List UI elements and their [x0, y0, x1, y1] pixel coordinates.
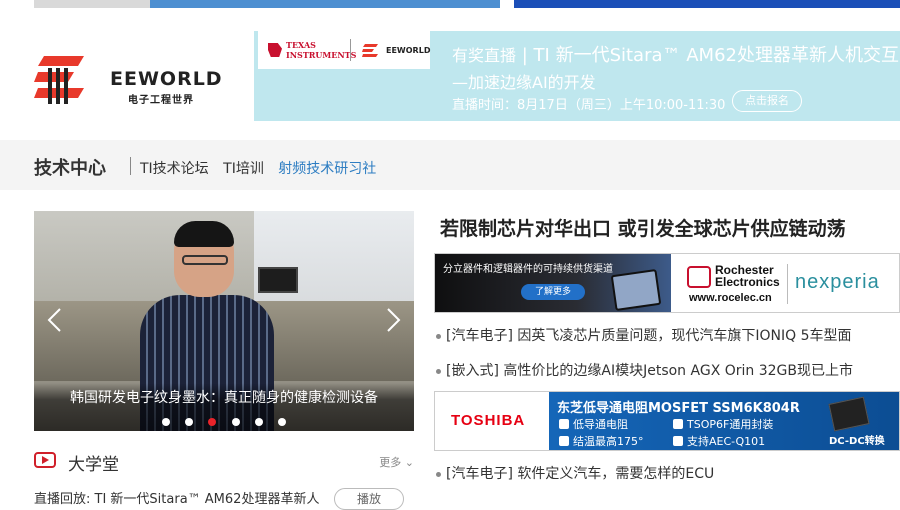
daxuetang-label[interactable]: 大学堂	[68, 450, 119, 475]
webinar-banner[interactable]: TEXAS INSTRUMENTS EEWORLD 有奖直播 | TI 新一代S…	[254, 31, 900, 121]
section-nav: 技术中心 TI技术论坛 TI培训 射频技术研习社	[0, 140, 900, 190]
carousel-dot-active[interactable]	[208, 418, 217, 426]
rochester-url: www.rocelec.cn	[689, 292, 772, 304]
eeworld-mini-text: EEWORLD	[386, 46, 431, 55]
check-icon	[673, 419, 683, 429]
sponsor-logos: TEXAS INSTRUMENTS EEWORLD	[258, 31, 430, 69]
news-item[interactable]: [汽车电子] 因英飞凌芯片质量问题，现代汽车旗下IONIQ 5车型面	[436, 325, 852, 345]
check-icon	[673, 436, 683, 446]
carousel-dot[interactable]	[254, 418, 263, 426]
eeworld-logo[interactable]: EEWORLD 电子工程世界	[34, 46, 224, 126]
nexperia-logo: nexperia	[795, 271, 880, 293]
mosfet-chip-image	[828, 396, 870, 432]
nav-link-ti-training[interactable]: TI培训	[223, 161, 264, 177]
banner-title: TI 新一代Sitara™ AM62处理器革新人机交互	[533, 45, 899, 66]
toshiba-ad-title: 东芝低导通电阻MOSFET SSM6K804R	[557, 401, 800, 416]
news-title[interactable]: 软件定义汽车，需要怎样的ECU	[517, 466, 714, 482]
news-tag[interactable]: [汽车电子]	[446, 466, 513, 482]
banner-time: 直播时间：8月17日（周三）上午10:00-11:30	[452, 98, 726, 113]
carousel-image-person-hair	[174, 221, 234, 247]
carousel-image-glasses	[182, 255, 228, 265]
divider	[787, 264, 788, 304]
feature-text: 低导通电阻	[573, 418, 628, 431]
learn-more-button[interactable]: 了解更多	[521, 284, 585, 300]
top-ad-segment[interactable]	[34, 0, 150, 8]
eeworld-logo-icon	[34, 56, 84, 104]
brand-subtitle: 电子工程世界	[128, 95, 194, 106]
image-carousel[interactable]: 韩国研发电子纹身墨水：真正随身的健康检测设备	[34, 211, 414, 431]
more-link[interactable]: 更多 ⌄	[379, 454, 414, 470]
video-play-icon	[34, 452, 56, 468]
top-ad-strip[interactable]	[0, 0, 900, 12]
toshiba-ad-panel: 东芝低导通电阻MOSFET SSM6K804R 低导通电阻 TSOP6F通用封装…	[549, 392, 899, 450]
feature-item: 低导通电阻	[559, 416, 628, 432]
nav-title: 技术中心	[34, 158, 106, 179]
top-ad-segment[interactable]	[150, 0, 500, 8]
dcdc-tag: DC-DC转换	[829, 436, 885, 447]
carousel-dot[interactable]	[185, 418, 194, 426]
toshiba-ad[interactable]: TOSHIBA 东芝低导通电阻MOSFET SSM6K804R 低导通电阻 TS…	[434, 391, 900, 451]
toshiba-logo: TOSHIBA	[451, 412, 526, 429]
toshiba-logo-panel: TOSHIBA	[435, 392, 549, 450]
daxuetang-header: 大学堂 更多 ⌄	[34, 448, 414, 475]
carousel-dot[interactable]	[277, 418, 286, 426]
news-item[interactable]: [嵌入式] 高性价比的边缘AI模块Jetson AGX Orin 32GB现已上…	[436, 360, 853, 380]
rochester-name: Rochester Electronics	[715, 263, 780, 289]
rochester-logo-icon	[687, 266, 711, 288]
play-button[interactable]: 播放	[334, 488, 404, 510]
news-tag[interactable]: [汽车电子]	[446, 328, 513, 344]
carousel-caption[interactable]: 韩国研发电子纹身墨水：真正随身的健康检测设备	[34, 387, 414, 407]
carousel-prev-icon[interactable]	[46, 307, 62, 333]
carousel-dot[interactable]	[162, 418, 171, 426]
banner-divider: |	[521, 45, 534, 66]
nav-links: TI技术论坛 TI培训 射频技术研习社	[140, 158, 386, 178]
live-replay-title[interactable]: 直播回放: TI 新一代Sitara™ AM62处理器革新人	[34, 488, 319, 507]
news-title[interactable]: 高性价比的边缘AI模块Jetson AGX Orin 32GB现已上市	[503, 363, 853, 379]
register-button[interactable]: 点击报名	[732, 90, 802, 112]
carousel-dot[interactable]	[231, 418, 240, 426]
banner-prefix: 有奖直播	[452, 46, 517, 65]
news-item[interactable]: [汽车电子] 软件定义汽车，需要怎样的ECU	[436, 463, 714, 483]
feature-item: 支持AEC-Q101	[673, 433, 765, 449]
carousel-dots	[34, 411, 414, 430]
ti-logo-icon	[268, 43, 282, 57]
bullet-icon	[436, 471, 441, 477]
banner-headline: 有奖直播 | TI 新一代Sitara™ AM62处理器革新人机交互	[452, 41, 899, 67]
check-icon	[559, 436, 569, 446]
feature-item: TSOP6F通用封装	[673, 416, 773, 432]
feature-item: 结温最高175°	[559, 433, 644, 449]
news-title[interactable]: 因英飞凌芯片质量问题，现代汽车旗下IONIQ 5车型面	[517, 328, 851, 344]
nav-link-rf-club[interactable]: 射频技术研习社	[278, 161, 376, 177]
carousel-next-icon[interactable]	[386, 307, 402, 333]
divider	[350, 39, 351, 61]
tablet-image	[610, 268, 662, 312]
news-tag[interactable]: [嵌入式]	[446, 363, 499, 379]
banner-subtitle: —加速边缘AI的开发	[452, 73, 596, 92]
ti-logo-text: TEXAS INSTRUMENTS	[286, 40, 357, 60]
site-header: EEWORLD 电子工程世界 TEXAS INSTRUMENTS EEWORLD…	[0, 12, 900, 138]
eeworld-mini-icon	[362, 44, 378, 57]
check-icon	[559, 419, 569, 429]
feature-text: 支持AEC-Q101	[687, 435, 766, 448]
rochester-nexperia-ad[interactable]: 分立器件和逻辑器件的可持续供货渠道 了解更多 Rochester Electro…	[434, 253, 900, 313]
bullet-icon	[436, 368, 441, 374]
chevron-down-icon: ⌄	[404, 456, 414, 469]
top-headline[interactable]: 若限制芯片对华出口 或引发全球芯片供应链动荡	[440, 214, 846, 241]
nav-divider	[130, 157, 131, 175]
ad-slogan: 分立器件和逻辑器件的可持续供货渠道	[443, 264, 613, 275]
more-link-text: 更多	[379, 456, 402, 469]
carousel-image-monitor	[258, 267, 298, 293]
nav-link-ti-forum[interactable]: TI技术论坛	[140, 161, 209, 177]
bullet-icon	[436, 333, 441, 339]
feature-text: 结温最高175°	[573, 435, 644, 448]
top-ad-segment[interactable]	[514, 0, 900, 8]
feature-text: TSOP6F通用封装	[687, 418, 774, 431]
brand-name: EEWORLD	[110, 68, 223, 90]
